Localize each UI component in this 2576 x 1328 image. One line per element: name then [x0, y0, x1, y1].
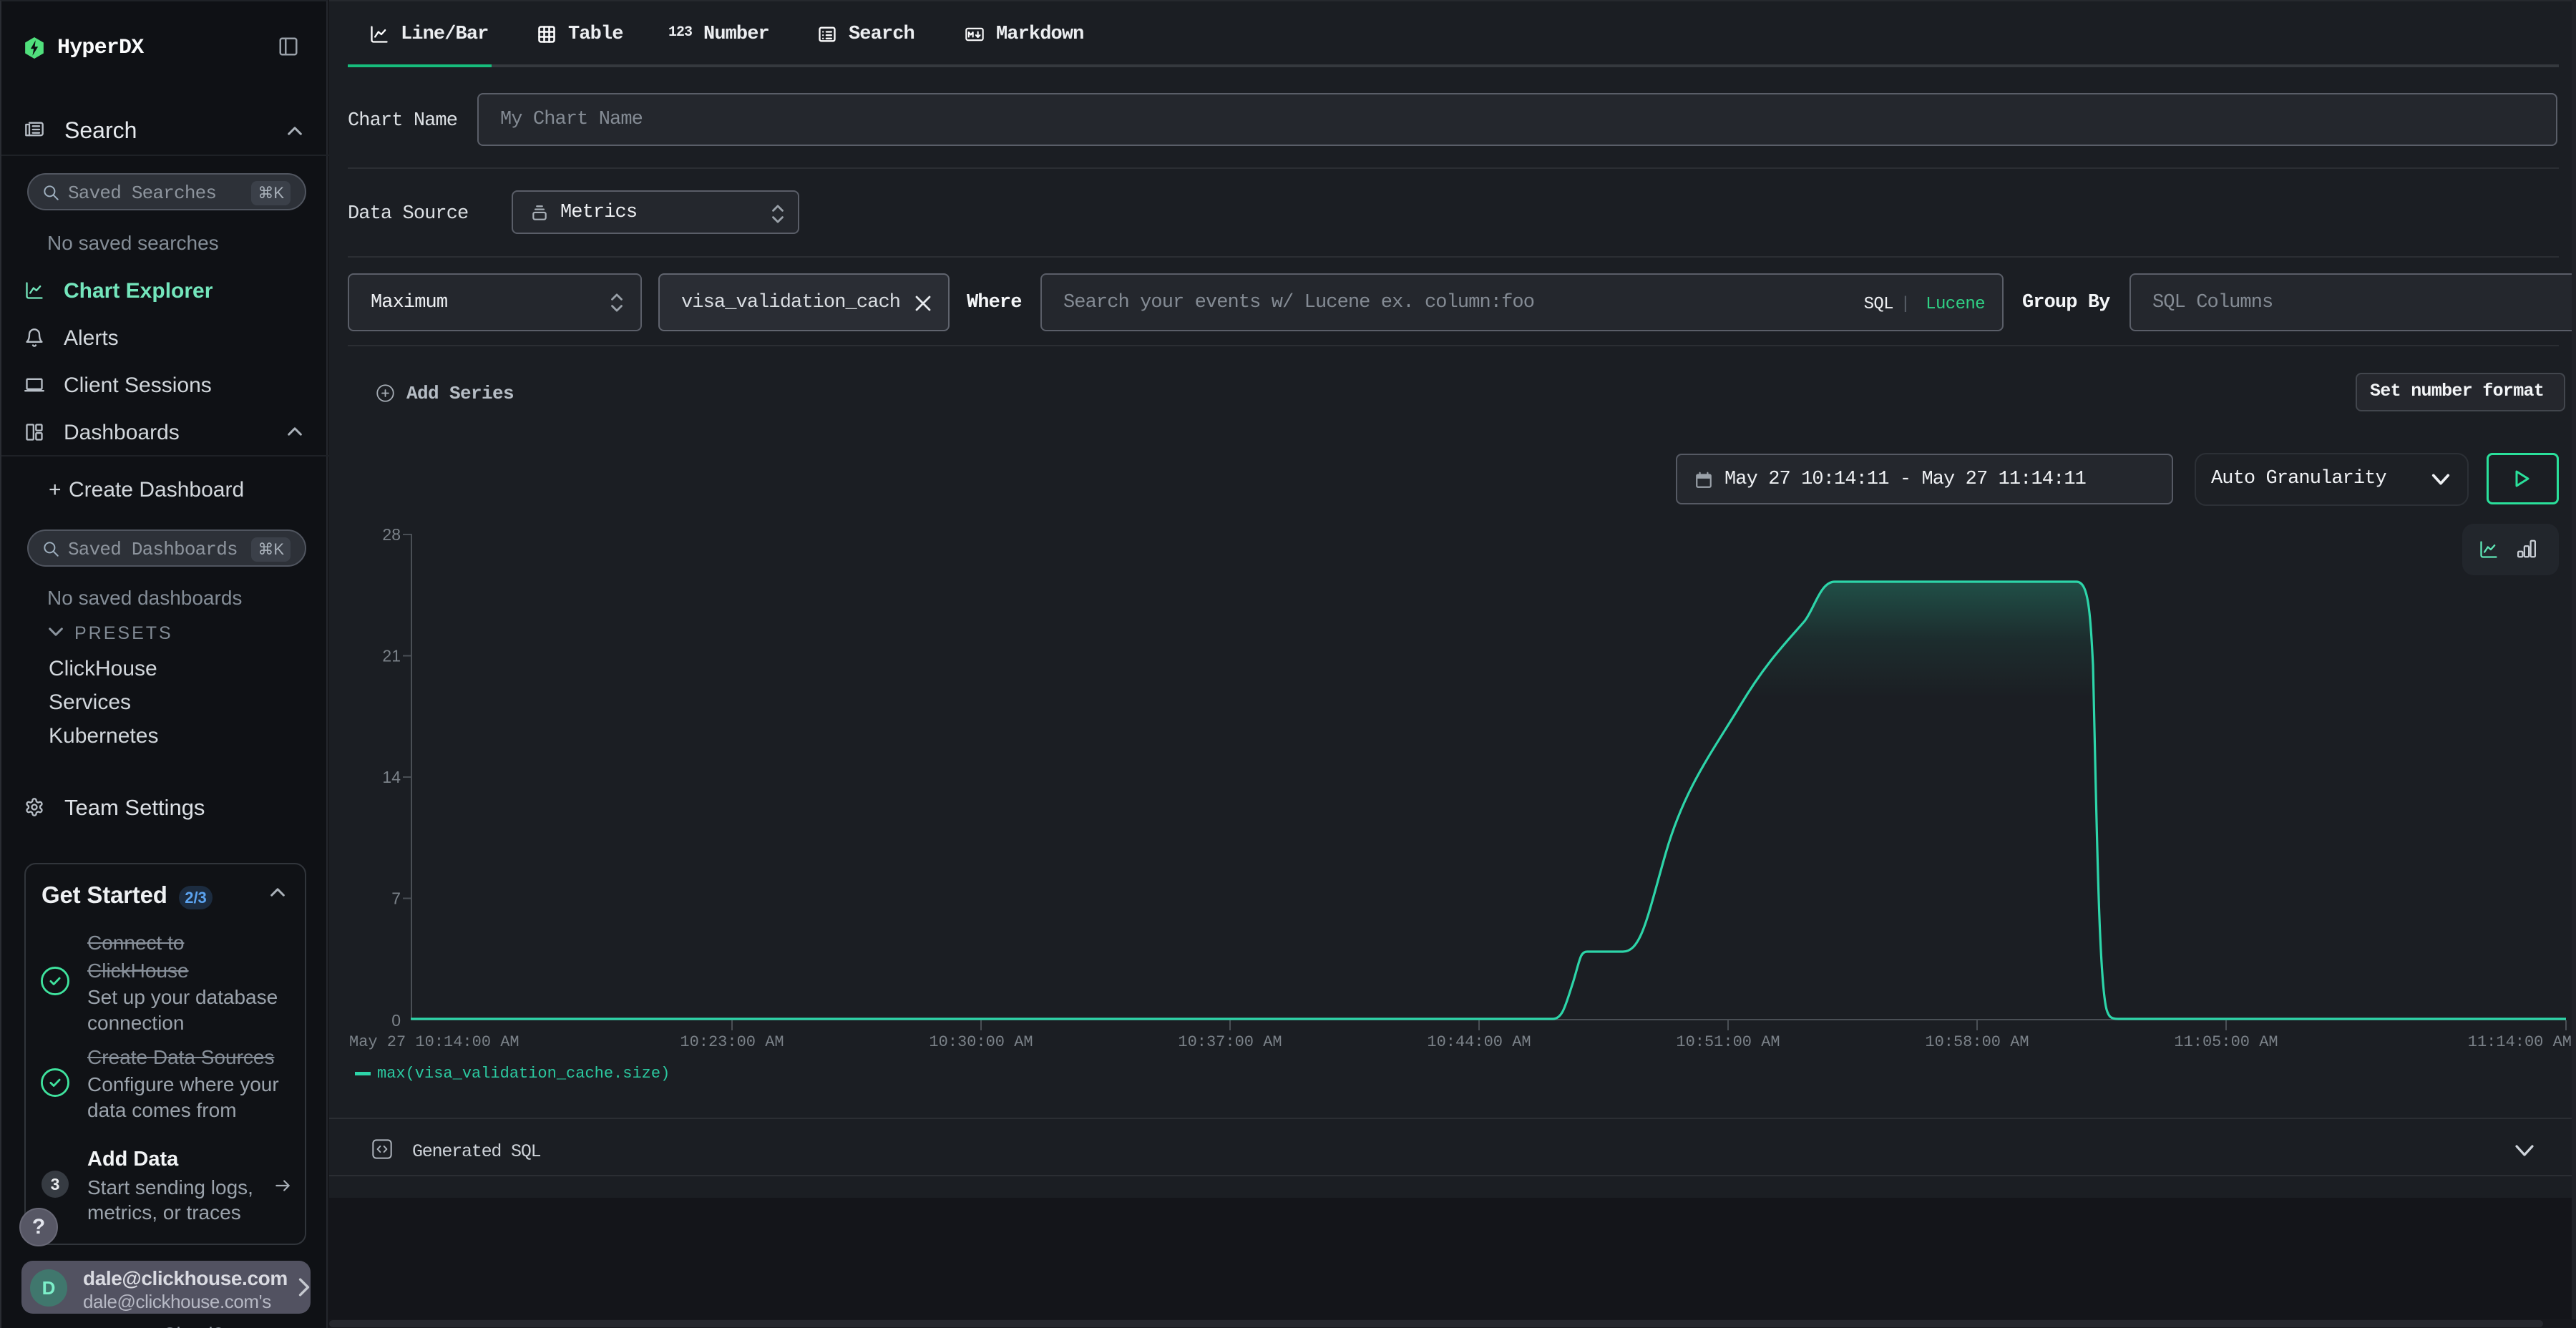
svg-text:28: 28 [382, 525, 401, 544]
svg-text:21: 21 [382, 647, 401, 665]
svg-text:10:37:00 AM: 10:37:00 AM [1178, 1033, 1282, 1051]
svg-text:10:30:00 AM: 10:30:00 AM [929, 1033, 1033, 1051]
svg-text:10:58:00 AM: 10:58:00 AM [1925, 1033, 2029, 1051]
svg-text:11:14:00 AM: 11:14:00 AM [2468, 1033, 2572, 1051]
svg-text:11:05:00 AM: 11:05:00 AM [2174, 1033, 2278, 1051]
svg-text:10:23:00 AM: 10:23:00 AM [680, 1033, 784, 1051]
svg-text:May 27 10:14:00 AM: May 27 10:14:00 AM [349, 1033, 519, 1051]
svg-text:10:51:00 AM: 10:51:00 AM [1676, 1033, 1780, 1051]
svg-text:7: 7 [391, 889, 401, 908]
svg-text:10:44:00 AM: 10:44:00 AM [1427, 1033, 1531, 1051]
svg-text:14: 14 [382, 768, 401, 786]
svg-text:0: 0 [391, 1011, 401, 1030]
